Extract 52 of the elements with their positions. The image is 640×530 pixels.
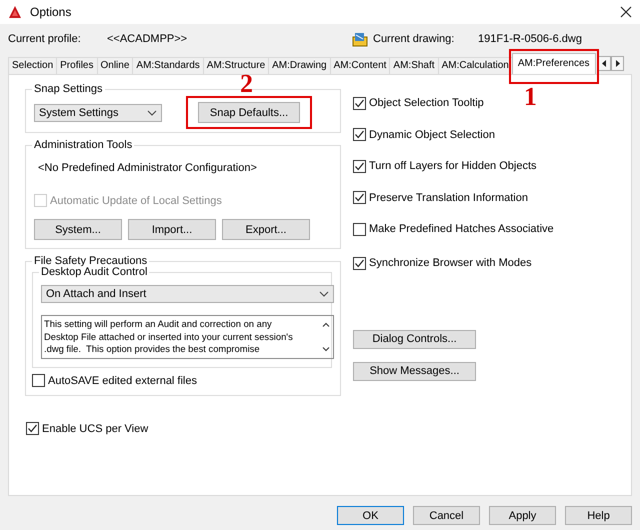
annotation-number: 1: [524, 84, 537, 110]
dropdown[interactable]: System Settings: [34, 104, 162, 122]
checkbox-label: Enable UCS per View: [42, 422, 148, 434]
group-title: Snap Settings: [32, 83, 104, 95]
group-title: Desktop Audit Control: [39, 266, 150, 278]
checkbox[interactable]: [353, 191, 366, 204]
checkbox-label: Automatic Update of Local Settings: [50, 194, 222, 206]
scroll-down-icon: [322, 347, 330, 352]
profile-value: <<ACADMPP>>: [107, 33, 188, 45]
configuration-text: <No Predefined Administrator Configuration>: [38, 162, 258, 174]
left-triangle-icon: [602, 60, 607, 67]
drawing-label: Current drawing:: [373, 33, 456, 45]
button[interactable]: Cancel: [413, 506, 480, 525]
right-triangle-icon: [614, 60, 620, 67]
window-title: Options: [30, 5, 72, 19]
profile-label: Current profile:: [8, 33, 82, 45]
button[interactable]: Show Messages...: [353, 362, 476, 381]
checkbox[interactable]: [353, 256, 366, 270]
checkbox-label: Preserve Translation Information: [369, 192, 528, 204]
app-logo-icon: [8, 5, 22, 19]
tab[interactable]: AM:Preferences: [512, 53, 596, 74]
tab[interactable]: Selection: [8, 57, 58, 74]
scroll-right-button[interactable]: [610, 56, 624, 71]
checkbox-label: Turn off Layers for Hidden Objects: [369, 160, 537, 172]
checkbox[interactable]: [353, 222, 366, 236]
scroll-up-icon: [322, 322, 330, 327]
checkbox-label: Dynamic Object Selection: [369, 128, 495, 141]
button[interactable]: Import...: [128, 219, 216, 240]
drawing-file-icon: [352, 32, 368, 46]
button[interactable]: Apply: [489, 506, 556, 525]
checkbox[interactable]: [353, 160, 366, 173]
checkbox[interactable]: [26, 422, 39, 435]
checkbox[interactable]: [353, 128, 366, 142]
annotation-number: 2: [240, 71, 253, 97]
close-icon: [620, 6, 632, 18]
dropdown[interactable]: On Attach and Insert: [41, 285, 334, 303]
checkbox-label: Object Selection Tooltip: [369, 97, 484, 109]
checkbox[interactable]: [353, 96, 366, 110]
button[interactable]: System...: [34, 219, 122, 240]
checkbox-label: Synchronize Browser with Modes: [369, 257, 532, 270]
group-title: File Safety Precautions: [32, 255, 150, 267]
button[interactable]: Help: [565, 506, 632, 525]
description-text: This setting will perform an Audit and correction on any Desktop File attached or inserted into your current session's .dwg file. This option provides the best compromise: [43, 317, 294, 356]
checkbox-label: AutoSAVE edited external files: [48, 374, 197, 386]
checkbox[interactable]: [32, 374, 45, 387]
group-title: Administration Tools: [32, 139, 134, 151]
button[interactable]: OK: [337, 506, 404, 525]
checkbox-label: Make Predefined Hatches Associative: [369, 223, 554, 236]
button[interactable]: Dialog Controls...: [353, 330, 476, 349]
button[interactable]: Export...: [222, 219, 310, 240]
snap-defaults-button[interactable]: Snap Defaults...: [198, 102, 300, 123]
drawing-value: 191F1-R-0506-6.dwg: [478, 33, 582, 45]
